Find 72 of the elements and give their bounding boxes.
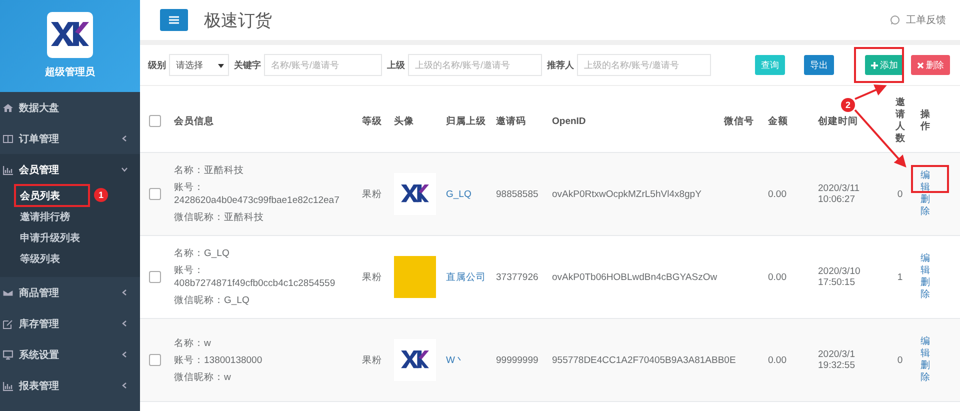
member-name: 名称：G_LQ — [174, 247, 230, 260]
column-header: 头像 — [394, 116, 414, 126]
column-header: 微信号 — [724, 116, 754, 126]
edit-link[interactable]: 编辑 — [920, 170, 930, 194]
table-cell: 0.00 — [768, 272, 786, 282]
delete-link[interactable]: 删除 — [920, 360, 930, 384]
member-nickname: 微信昵称：G_LQ — [174, 294, 250, 307]
column-header: 邀请码 — [496, 116, 526, 126]
table-cell: 0 — [897, 188, 903, 200]
submenu-item[interactable]: 申请升级列表 — [20, 230, 80, 244]
member-nickname: 微信昵称：w — [174, 370, 232, 384]
delete-link[interactable]: 删除 — [920, 194, 930, 218]
table-cell: 2020/3/10 17:50:15 — [818, 266, 860, 288]
referrer-field[interactable]: 上级的名称/账号/邀请号 — [577, 54, 711, 76]
column-header: 邀请人数 — [895, 97, 905, 145]
page-title: 极速订货 — [204, 10, 272, 32]
edit-link[interactable]: 编辑 — [920, 336, 930, 360]
table-cell: 果粉 — [362, 272, 382, 282]
export-button[interactable]: 导出 — [804, 55, 834, 75]
member-account: 账号：2428620a4b0e473c99fbae1e82c12ea7 — [174, 181, 340, 207]
parent-field[interactable]: 上级的名称/账号/邀请号 — [408, 54, 542, 76]
column-header: 创建时间 — [818, 116, 858, 126]
table-cell: 0 — [897, 354, 903, 366]
table-cell: 98858585 — [496, 188, 538, 200]
menu-item[interactable]: 数据大盘 — [0, 92, 140, 123]
table-cell: 1 — [897, 272, 903, 282]
member-name: 名称：w — [174, 336, 212, 350]
filter-label: 关键字 — [234, 58, 261, 72]
table-cell: 2020/3/1 19:32:55 — [818, 349, 855, 371]
table-cell: 果粉 — [362, 188, 382, 200]
submenu-item[interactable]: 会员列表 — [20, 188, 60, 202]
menu-item[interactable]: 会员管理 — [0, 154, 140, 185]
member-name: 名称：亚酷科技 — [174, 164, 245, 177]
edit-link[interactable]: 编辑 — [920, 253, 930, 277]
parent-link[interactable]: W丶 — [446, 354, 465, 366]
column-header: 等级 — [362, 116, 382, 126]
filter-label: 上级 — [387, 58, 405, 72]
add-button[interactable]: 添加 — [865, 55, 904, 75]
parent-link[interactable]: 直属公司 — [446, 272, 486, 282]
column-header: 归属上级 — [446, 116, 486, 126]
menu-item[interactable]: 订单管理 — [0, 123, 140, 154]
table-cell: ovAkP0RtxwOcpkMZrL5hVl4x8gpY — [552, 188, 702, 200]
table-cell: 37377926 — [496, 272, 538, 282]
submenu-item[interactable]: 等级列表 — [20, 252, 60, 266]
filter-label: 级别 — [148, 58, 166, 72]
menu-item[interactable]: 报表管理 — [0, 370, 140, 401]
feedback-link[interactable]: 工单反馈 — [906, 13, 946, 27]
submenu-item[interactable]: 邀请排行榜 — [20, 210, 70, 224]
table-cell: 955778DE4CC1A2F70405B9A3A81ABB0E — [552, 354, 736, 366]
table-cell: 2020/3/11 10:06:27 — [818, 183, 860, 205]
delete-link[interactable]: 删除 — [920, 277, 930, 301]
table-cell: 果粉 — [362, 354, 382, 366]
table-cell: 99999999 — [496, 354, 538, 366]
table-cell: ovAkP0Tb06HOBLwdBn4cBGYASzOw — [552, 272, 718, 282]
filter-label: 推荐人 — [547, 58, 574, 72]
user-role: 超级管理员 — [45, 66, 95, 79]
column-header: 操作 — [920, 109, 930, 133]
column-header: 金额 — [768, 116, 788, 126]
table-cell: 0.00 — [768, 188, 786, 200]
member-account: 账号：13800138000 — [174, 354, 264, 366]
menu-item[interactable]: 商品管理 — [0, 277, 140, 308]
member-nickname: 微信昵称：亚酷科技 — [174, 211, 265, 224]
menu-item[interactable]: 库存管理 — [0, 308, 140, 339]
delete-button[interactable]: 删除 — [911, 55, 950, 75]
level-dropdown[interactable]: 请选择 — [169, 54, 229, 76]
keyword-field[interactable]: 名称/账号/邀请号 — [264, 54, 382, 76]
table-cell: 0.00 — [768, 354, 786, 366]
column-header: OpenID — [552, 116, 586, 126]
parent-link[interactable]: G_LQ — [446, 188, 472, 200]
member-account: 账号：408b7274871f49cfb0ccb4c1c2854559 — [174, 264, 336, 290]
menu-item[interactable]: 系统设置 — [0, 339, 140, 370]
column-header: 会员信息 — [174, 116, 214, 126]
